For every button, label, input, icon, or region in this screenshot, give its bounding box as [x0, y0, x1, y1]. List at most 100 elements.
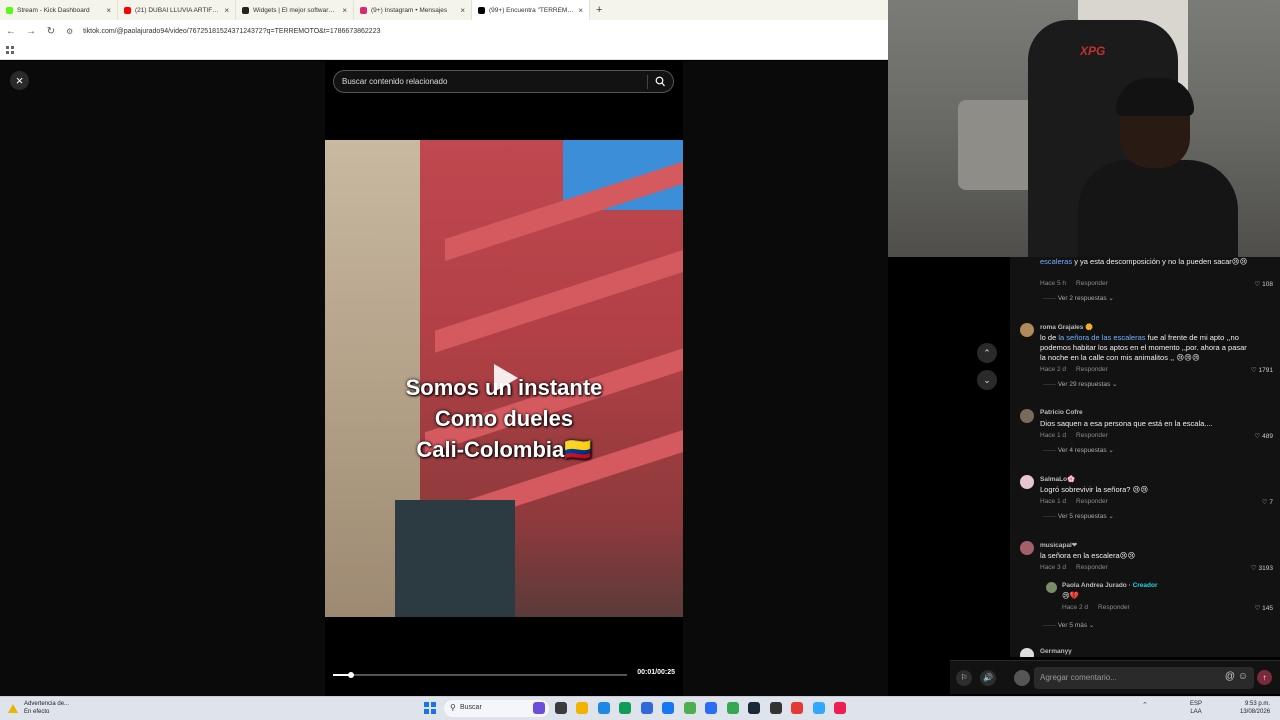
browser-tab[interactable]: (9+) Instagram • Mensajes ×: [354, 0, 472, 20]
back-icon[interactable]: ←: [6, 26, 16, 37]
close-tab-icon[interactable]: ×: [224, 6, 229, 15]
browser-tab[interactable]: (99+) Encuentra "TERREMOTO" ×: [472, 0, 590, 20]
comment-text-part: y ya esta descomposición y no la pueden …: [1072, 257, 1248, 266]
user-avatar[interactable]: [1014, 670, 1030, 686]
reply-button[interactable]: Responder: [1076, 366, 1108, 373]
progress-handle[interactable]: [347, 672, 354, 678]
comment-input[interactable]: Agregar comentario... @ ☺: [1034, 667, 1254, 689]
taskbar-app-icon[interactable]: [791, 702, 803, 714]
taskbar-app-icon[interactable]: [619, 702, 631, 714]
taskbar-app-icon[interactable]: [597, 702, 610, 714]
mention-emoji-icon[interactable]: @ ☺: [1225, 671, 1248, 682]
comment-username[interactable]: Patricio Cofre: [1040, 409, 1083, 416]
comment-like-count[interactable]: 108: [1255, 280, 1273, 288]
comment-text-part: la señora en la escalera😢😢: [1040, 551, 1136, 560]
url-text[interactable]: tiktok.com/@paolajurado94/video/76725181…: [83, 28, 380, 35]
close-icon[interactable]: ×: [10, 71, 29, 90]
comment-username[interactable]: roma Grajales 🌼: [1040, 323, 1093, 331]
reply-button[interactable]: Responder: [1076, 280, 1108, 287]
site-info-icon[interactable]: ⚙: [66, 27, 73, 36]
creator-username[interactable]: Paola Andrea Jurado · Creador: [1062, 582, 1158, 589]
new-tab-icon[interactable]: +: [590, 4, 608, 16]
view-replies-button[interactable]: Ver 4 respuestas: [1043, 446, 1114, 454]
taskbar-app-icon[interactable]: [834, 702, 846, 714]
send-icon[interactable]: ↑: [1257, 670, 1272, 685]
taskbar-app-icon[interactable]: [812, 702, 825, 714]
taskbar-app-icon[interactable]: [726, 702, 739, 714]
reply-button[interactable]: Responder: [1076, 564, 1108, 571]
taskbar-app-icon[interactable]: [683, 702, 696, 714]
video-frame[interactable]: Somos un instante Como dueles Cali-Colom…: [325, 140, 683, 617]
volume-icon[interactable]: 🔊: [980, 670, 996, 686]
comment-username[interactable]: musicapal❤: [1040, 541, 1077, 549]
comment-username[interactable]: SalmaLo🌸: [1040, 475, 1075, 483]
taskbar-app-icon[interactable]: [533, 702, 545, 714]
reply-button[interactable]: Responder: [1076, 432, 1108, 439]
warning-notification[interactable]: Advertencia de... En efecto: [8, 700, 69, 716]
play-icon[interactable]: [494, 364, 518, 392]
video-progress-bar[interactable]: [333, 672, 627, 678]
view-replies-button[interactable]: Ver 2 respuestas: [1043, 294, 1114, 302]
start-menu-icon[interactable]: [424, 702, 436, 714]
windows-taskbar: Advertencia de... En efecto Buscar ⌃ ESP…: [0, 696, 1280, 720]
comment-highlight-link[interactable]: escaleras: [1040, 257, 1072, 266]
comment-highlight-link[interactable]: la señora de las escaleras: [1058, 333, 1145, 342]
tab-favicon-icon: [242, 6, 249, 14]
taskbar-app-icon[interactable]: [769, 702, 782, 714]
browser-tab[interactable]: (21) DUBAI LLUVIA ARTIFICIAL ×: [118, 0, 236, 20]
tiktok-video-viewer: × Buscar contenido relacionado Somos un …: [0, 61, 888, 696]
next-video-icon[interactable]: ⌄: [977, 370, 997, 390]
report-icon[interactable]: ⚐: [956, 670, 972, 686]
view-replies-button[interactable]: Ver 5 respuestas: [1043, 512, 1114, 520]
address-bar: ← → ↻ ⚙ tiktok.com/@paolajurado94/video/…: [0, 20, 888, 42]
avatar[interactable]: [1020, 323, 1034, 337]
comment-like-count[interactable]: 145: [1255, 604, 1273, 612]
reply-button[interactable]: Responder: [1098, 604, 1130, 611]
taskbar-app-icon[interactable]: [662, 702, 674, 714]
close-tab-icon[interactable]: ×: [342, 6, 347, 15]
comment-meta: Hace 1 d Responder: [1040, 432, 1108, 439]
previous-video-icon[interactable]: ⌃: [977, 343, 997, 363]
comment-time: Hace 1 d: [1040, 498, 1067, 505]
related-search-input[interactable]: Buscar contenido relacionado: [333, 70, 674, 93]
comment-like-count[interactable]: 3193: [1251, 564, 1273, 572]
view-replies-button[interactable]: Ver 29 respuestas: [1043, 380, 1117, 388]
system-clock[interactable]: 9:53 p.m. 13/08/2026: [1240, 700, 1270, 716]
comment-meta: Hace 5 h Responder: [1040, 280, 1108, 287]
taskbar-app-icon[interactable]: [554, 702, 567, 714]
comment-text-part: Dios saquen a esa persona que está en la…: [1040, 419, 1213, 428]
view-more-button[interactable]: Ver 5 más: [1043, 621, 1094, 629]
language-indicator[interactable]: ESP LAA: [1190, 700, 1202, 716]
creator-badge: Creador: [1132, 582, 1158, 589]
browser-tab[interactable]: Widgets | El mejor software pa ×: [236, 0, 354, 20]
tray-chevron-icon[interactable]: ⌃: [1142, 701, 1148, 709]
tab-favicon-icon: [124, 6, 131, 14]
close-tab-icon[interactable]: ×: [106, 6, 111, 15]
reload-icon[interactable]: ↻: [46, 26, 56, 37]
comment-username[interactable]: Germanyy: [1040, 648, 1072, 655]
close-tab-icon[interactable]: ×: [578, 6, 583, 15]
taskbar-app-icon[interactable]: [748, 702, 760, 714]
forward-icon[interactable]: →: [26, 26, 36, 37]
apps-grid-icon[interactable]: [6, 46, 14, 54]
taskbar-app-icon[interactable]: [640, 702, 653, 714]
warning-title: Advertencia de...: [24, 701, 70, 707]
clock-date: 13/08/2026: [1240, 709, 1271, 715]
comment-like-count[interactable]: 489: [1255, 432, 1273, 440]
taskbar-app-icon[interactable]: [576, 702, 588, 714]
comment-time: Hace 2 d: [1062, 604, 1089, 611]
avatar[interactable]: [1020, 409, 1034, 423]
close-tab-icon[interactable]: ×: [460, 6, 465, 15]
avatar[interactable]: [1020, 541, 1034, 555]
caption-line: Cali-Colombia🇨🇴: [416, 437, 592, 462]
comment-like-count[interactable]: 7: [1262, 498, 1273, 506]
search-icon[interactable]: [655, 76, 665, 88]
comment-meta: Hace 1 d Responder: [1040, 498, 1108, 505]
avatar[interactable]: [1046, 582, 1057, 593]
avatar[interactable]: [1020, 475, 1034, 489]
browser-tab[interactable]: Stream - Kick Dashboard ×: [0, 0, 118, 20]
reply-button[interactable]: Responder: [1076, 498, 1108, 505]
comment-like-count[interactable]: 1791: [1251, 366, 1273, 374]
taskbar-app-icon[interactable]: [705, 702, 717, 714]
avatar[interactable]: [1020, 648, 1034, 657]
